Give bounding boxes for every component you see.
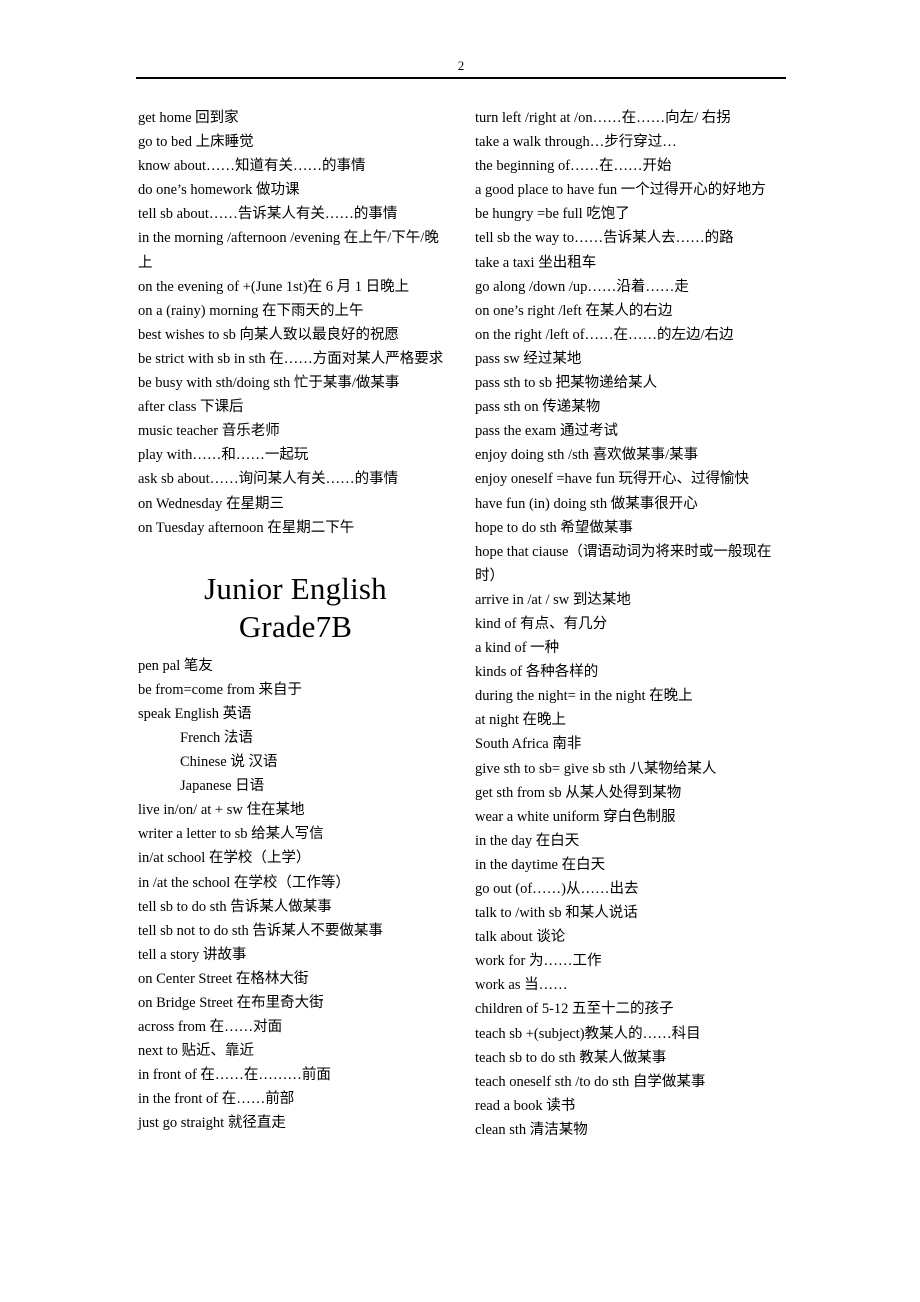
- header-divider: [136, 77, 786, 79]
- vocabulary-entry: be from=come from 来自于: [138, 681, 303, 698]
- vocabulary-entry: teach oneself sth /to do sth 自学做某事: [475, 1073, 706, 1090]
- vocabulary-entry: French 法语: [180, 729, 253, 746]
- vocabulary-entry: just go straight 就径直走: [138, 1115, 286, 1132]
- vocabulary-entry: Chinese 说 汉语: [180, 754, 278, 771]
- left-column-entries-after-title: pen pal 笔友 be from=come from 来自于 speak Eng…: [138, 654, 453, 1136]
- vocabulary-entry: writer a letter to sb 给某人写信: [138, 826, 324, 843]
- left-column: get home 回到家 go to bed 上床睡觉 know about……知道…: [138, 106, 453, 1136]
- vocabulary-entry: get home 回到家: [138, 110, 239, 126]
- vocabulary-entry: take a walk through…步行穿过…: [475, 134, 677, 151]
- vocabulary-entry: across from 在……对面: [138, 1019, 283, 1036]
- vocabulary-entry: go to bed 上床睡觉: [138, 134, 254, 151]
- vocabulary-entry: Japanese 日语: [180, 778, 265, 795]
- vocabulary-entry: on Bridge Street 在布里奇大街: [138, 995, 324, 1011]
- vocabulary-entry: know about……知道有关……的事情: [138, 158, 366, 175]
- vocabulary-entry: be hungry =be full 吃饱了: [475, 206, 630, 223]
- vocabulary-entry: enjoy oneself =have fun 玩得开心、过得愉快: [475, 471, 749, 488]
- vocabulary-entry: during the night= in the night 在晚上: [475, 688, 693, 705]
- vocabulary-entry: children of 5-12 五至十二的孩子: [475, 1001, 674, 1018]
- vocabulary-entry: pass sth on 传递某物: [475, 399, 601, 416]
- vocabulary-entry: tell a story 讲故事: [138, 946, 247, 963]
- vocabulary-entry: on Tuesday afternoon 在星期二下午: [138, 519, 355, 536]
- vocabulary-entry: go along /down /up……沿着……走: [475, 278, 689, 295]
- vocabulary-entry: in the front of 在……前部: [138, 1091, 295, 1108]
- document-title: Junior English Grade7B: [138, 570, 453, 646]
- vocabulary-entry: in the morning /afternoon /evening 在上午/下…: [138, 230, 439, 271]
- vocabulary-entry: live in/on/ at + sw 住在某地: [138, 802, 305, 819]
- vocabulary-entry: on one’s right /left 在某人的右边: [475, 302, 673, 319]
- vocabulary-entry: read a book 读书: [475, 1097, 576, 1114]
- vocabulary-entry: pass the exam 通过考试: [475, 423, 618, 440]
- vocabulary-entry: play with……和……一起玩: [138, 447, 309, 464]
- vocabulary-entry: in front of 在……在………前面: [138, 1067, 331, 1084]
- vocabulary-entry: speak English 英语: [138, 705, 252, 722]
- vocabulary-entry: on Center Street 在格林大街: [138, 970, 309, 987]
- vocabulary-entry: in the day 在白天: [475, 832, 580, 849]
- document-page: 2 get home 回到家 go to bed 上床睡觉 know about………: [0, 0, 920, 1302]
- vocabulary-entry: clean sth 清洁某物: [475, 1121, 588, 1138]
- vocabulary-entry: in /at the school 在学校（工作等）: [138, 874, 350, 891]
- vocabulary-entry: give sth to sb= give sb sth 八某物给某人: [475, 760, 717, 777]
- page-number: 2: [457, 58, 465, 73]
- right-column: turn left /right at /on……在……向左/ 右拐 take a…: [475, 106, 787, 1142]
- vocabulary-entry: on the right /left of……在……的左边/右边: [475, 326, 734, 343]
- vocabulary-entry: best wishes to sb 向某人致以最良好的祝愿: [138, 326, 399, 343]
- vocabulary-entry: take a taxi 坐出租车: [475, 254, 597, 271]
- vocabulary-entry: be strict with sb in sth 在……方面对某人严格要求: [138, 350, 444, 367]
- vocabulary-entry: hope to do sth 希望做某事: [475, 519, 633, 536]
- vocabulary-entry: talk to /with sb 和某人说话: [475, 905, 638, 922]
- vocabulary-entry: teach sb to do sth 教某人做某事: [475, 1049, 667, 1066]
- vocabulary-entry: teach sb +(subject)教某人的……科目: [475, 1025, 701, 1042]
- vocabulary-entry: wear a white uniform 穿白色制服: [475, 808, 676, 825]
- vocabulary-entry: tell sb to do sth 告诉某人做某事: [138, 898, 332, 915]
- vocabulary-entry: a kind of 一种: [475, 640, 560, 657]
- vocabulary-entry: the beginning of……在……开始: [475, 158, 672, 175]
- vocabulary-entry: turn left /right at /on……在……向左/ 右拐: [475, 110, 731, 126]
- right-column-entries: turn left /right at /on……在……向左/ 右拐 take a…: [475, 106, 787, 1142]
- title-line-1: Junior English: [204, 570, 387, 606]
- vocabulary-entry: tell sb about……告诉某人有关……的事情: [138, 206, 398, 223]
- vocabulary-entry: South Africa 南非: [475, 736, 582, 753]
- vocabulary-entry: on Wednesday 在星期三: [138, 495, 284, 512]
- vocabulary-entry: have fun (in) doing sth 做某事很开心: [475, 495, 698, 512]
- page-header: 2: [136, 58, 786, 87]
- vocabulary-entry: in the daytime 在白天: [475, 856, 606, 873]
- vocabulary-entry: after class 下课后: [138, 399, 244, 416]
- vocabulary-entry: on a (rainy) morning 在下雨天的上午: [138, 302, 364, 319]
- vocabulary-entry: hope that ciause（谓语动词为将来时或一般现在时）: [475, 543, 772, 584]
- vocabulary-entry: work as 当……: [475, 977, 568, 994]
- vocabulary-entry: tell sb not to do sth 告诉某人不要做某事: [138, 922, 383, 939]
- vocabulary-entry: be busy with sth/doing sth 忙于某事/做某事: [138, 375, 400, 392]
- vocabulary-entry: in/at school 在学校（上学）: [138, 850, 311, 867]
- vocabulary-entry: pass sw 经过某地: [475, 350, 582, 367]
- vocabulary-entry: kinds of 各种各样的: [475, 664, 599, 681]
- vocabulary-entry: talk about 谈论: [475, 929, 566, 946]
- title-line-2: Grade7B: [238, 608, 353, 644]
- vocabulary-entry: enjoy doing sth /sth 喜欢做某事/某事: [475, 447, 699, 464]
- vocabulary-entry: go out (of……)从……出去: [475, 881, 639, 897]
- vocabulary-entry: a good place to have fun 一个过得开心的好地方: [475, 182, 766, 199]
- vocabulary-entry: ask sb about……询问某人有关……的事情: [138, 471, 399, 488]
- vocabulary-entry: work for 为……工作: [475, 953, 602, 970]
- vocabulary-entry: pass sth to sb 把某物递给某人: [475, 375, 658, 392]
- vocabulary-entry: music teacher 音乐老师: [138, 423, 280, 440]
- vocabulary-entry: get sth from sb 从某人处得到某物: [475, 784, 682, 801]
- vocabulary-entry: tell sb the way to……告诉某人去……的路: [475, 230, 734, 247]
- left-column-entries-before-title: get home 回到家 go to bed 上床睡觉 know about……知道…: [138, 106, 453, 540]
- vocabulary-entry: next to 贴近、靠近: [138, 1043, 254, 1060]
- vocabulary-entry: on the evening of +(June 1st)在 6 月 1 日晚上: [138, 278, 410, 295]
- vocabulary-entry: arrive in /at / sw 到达某地: [475, 591, 631, 608]
- vocabulary-entry: at night 在晚上: [475, 712, 567, 729]
- vocabulary-entry: pen pal 笔友: [138, 657, 213, 674]
- vocabulary-entry: do one’s homework 做功课: [138, 182, 300, 199]
- vocabulary-entry: kind of 有点、有几分: [475, 615, 608, 632]
